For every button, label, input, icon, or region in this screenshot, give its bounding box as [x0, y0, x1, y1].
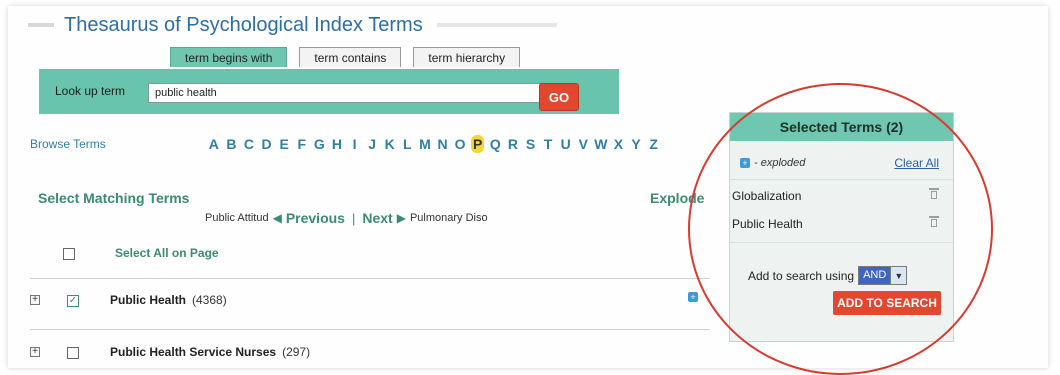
- title-rule: [436, 23, 557, 27]
- letter-g[interactable]: G: [311, 133, 329, 155]
- letter-j[interactable]: J: [363, 133, 381, 155]
- browse-terms-label: Browse Terms: [30, 137, 106, 151]
- panel-divider: [730, 242, 953, 243]
- letter-u[interactable]: U: [557, 133, 575, 155]
- go-button[interactable]: GO: [539, 83, 579, 111]
- term-row: + Public Health(4368) +: [30, 290, 710, 314]
- tab-term-contains[interactable]: term contains: [299, 47, 402, 67]
- letter-r[interactable]: R: [504, 133, 522, 155]
- term-row: + Public Health Service Nurses (297): [30, 342, 710, 366]
- selected-terms-header: Selected Terms (2): [730, 113, 953, 141]
- letter-a[interactable]: A: [205, 133, 223, 155]
- letter-c[interactable]: C: [240, 133, 258, 155]
- pager-separator: |: [351, 210, 356, 226]
- letter-p[interactable]: P: [469, 133, 487, 155]
- letter-n[interactable]: N: [434, 133, 452, 155]
- letter-l[interactable]: L: [399, 133, 417, 155]
- trash-icon[interactable]: [929, 216, 939, 227]
- term-count: (4368): [192, 293, 227, 307]
- next-arrow-icon[interactable]: ▶: [397, 211, 406, 225]
- add-using-row: Add to search using AND ▼: [748, 266, 908, 285]
- letter-e[interactable]: E: [275, 133, 293, 155]
- letter-d[interactable]: D: [258, 133, 276, 155]
- clear-all-link[interactable]: Clear All: [894, 156, 939, 170]
- term-name[interactable]: Public Health Service Nurses (297): [110, 345, 310, 359]
- letter-t[interactable]: T: [539, 133, 557, 155]
- search-mode-tabs: term begins with term contains term hier…: [170, 47, 521, 69]
- letter-i[interactable]: I: [346, 133, 364, 155]
- title-rule: [28, 23, 54, 27]
- previous-link[interactable]: Previous: [286, 210, 345, 226]
- add-to-search-button[interactable]: ADD TO SEARCH: [833, 291, 941, 315]
- chevron-down-icon: ▼: [890, 267, 907, 284]
- panel-divider: [730, 179, 953, 180]
- boolean-operator-select[interactable]: AND ▼: [858, 266, 908, 285]
- page-title: Thesaurus of Psychological Index Terms: [64, 13, 423, 36]
- term-name[interactable]: Public Health (4368): [110, 293, 227, 307]
- expand-icon[interactable]: +: [30, 347, 40, 357]
- tab-term-begins-with[interactable]: term begins with: [170, 47, 288, 67]
- letter-y[interactable]: Y: [627, 133, 645, 155]
- letter-s[interactable]: S: [522, 133, 540, 155]
- next-link[interactable]: Next: [362, 210, 392, 226]
- add-using-label: Add to search using: [748, 268, 855, 283]
- letter-z[interactable]: Z: [645, 133, 663, 155]
- select-matching-terms-heading: Select Matching Terms: [38, 190, 190, 206]
- letter-b[interactable]: B: [223, 133, 241, 155]
- browse-terms-row: Browse Terms ABCDEFGHIJKLMNOPQRSTUVWXYZ: [30, 133, 710, 157]
- alphabet-nav: ABCDEFGHIJKLMNOPQRSTUVWXYZ: [205, 133, 662, 155]
- letter-w[interactable]: W: [592, 133, 610, 155]
- letter-k[interactable]: K: [381, 133, 399, 155]
- tab-term-hierarchy[interactable]: term hierarchy: [413, 47, 521, 67]
- letter-o[interactable]: O: [451, 133, 469, 155]
- expand-icon[interactable]: +: [30, 295, 40, 305]
- exploded-plus-icon: +: [740, 158, 750, 168]
- previous-term-hint: Public Attitud: [205, 212, 269, 224]
- letter-f[interactable]: F: [293, 133, 311, 155]
- letter-m[interactable]: M: [416, 133, 434, 155]
- operator-value: AND: [859, 267, 891, 284]
- selected-term: Public Health: [732, 217, 803, 231]
- selected-terms-panel: Selected Terms (2) + - exploded Clear Al…: [729, 112, 954, 342]
- next-term-hint: Pulmonary Diso: [409, 212, 488, 224]
- letter-x[interactable]: X: [610, 133, 628, 155]
- term-pager: Public Attitud ◀ Previous | Next ▶ Pulmo…: [205, 210, 488, 226]
- select-all-label[interactable]: Select All on Page: [115, 246, 219, 260]
- select-all-row: Select All on Page: [63, 246, 219, 260]
- letter-q[interactable]: Q: [487, 133, 505, 155]
- exploded-legend-label: - exploded: [754, 157, 806, 169]
- exploded-legend: + - exploded: [740, 157, 805, 169]
- row-divider: [30, 329, 710, 330]
- letter-h[interactable]: H: [328, 133, 346, 155]
- previous-arrow-icon[interactable]: ◀: [273, 211, 282, 225]
- lookup-bar: Look up term GO: [39, 69, 619, 114]
- title-row: Thesaurus of Psychological Index Terms: [28, 12, 557, 38]
- term-checkbox[interactable]: [67, 347, 79, 359]
- selected-term: Globalization: [732, 189, 802, 203]
- select-all-checkbox[interactable]: [63, 248, 75, 260]
- term-count: (297): [282, 345, 311, 359]
- trash-icon[interactable]: [929, 188, 939, 199]
- lookup-label: Look up term: [55, 84, 126, 98]
- term-checkbox[interactable]: [67, 295, 79, 307]
- explode-plus-icon[interactable]: +: [688, 292, 698, 302]
- lookup-input[interactable]: [148, 83, 564, 103]
- explode-column-heading: Explode: [650, 190, 705, 206]
- letter-v[interactable]: V: [574, 133, 592, 155]
- row-divider: [30, 278, 710, 279]
